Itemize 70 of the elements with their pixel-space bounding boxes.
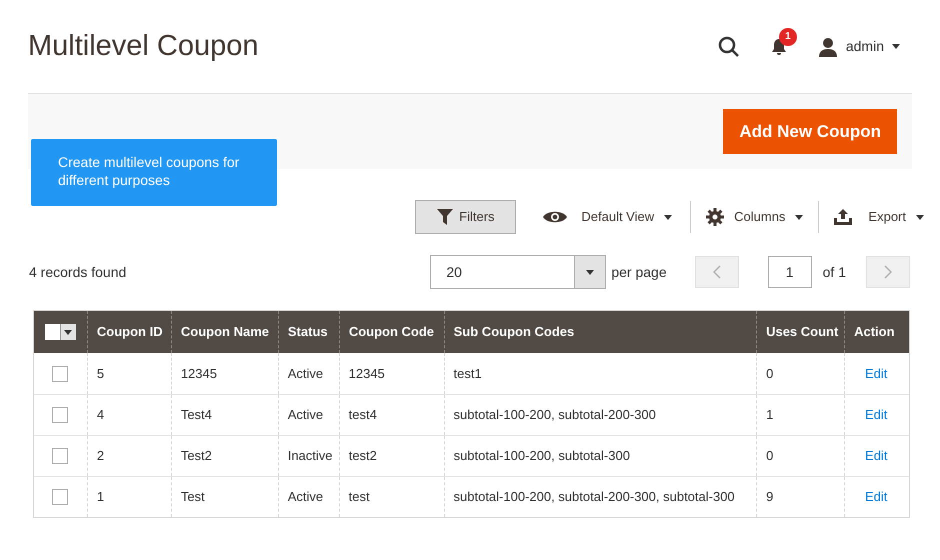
caret-icon [586,270,594,274]
per-page-label: per page [611,262,667,282]
columns-dropdown[interactable]: Columns [691,207,818,227]
caret-icon [892,44,900,49]
edit-link[interactable]: Edit [865,446,888,466]
callout-tooltip: Create multilevel coupons for different purposes [31,139,277,206]
column-header[interactable]: Coupon Name [172,311,279,353]
caret-icon [664,214,672,220]
page-total: of 1 [822,262,846,282]
page-title: Multilevel Coupon [28,28,259,64]
table-cell: Test4 [172,395,279,435]
edit-link[interactable]: Edit [865,364,888,384]
table-cell: 2 [88,436,172,476]
row-checkbox[interactable] [52,366,68,382]
edit-link[interactable]: Edit [865,405,888,425]
gear-icon [706,208,724,226]
eye-icon [543,210,568,224]
table-cell: Test [172,477,279,517]
column-header[interactable]: Coupon ID [88,311,172,353]
row-checkbox[interactable] [52,448,68,464]
table-cell: 12345 [340,353,445,394]
table-cell: Active [278,477,340,517]
caret-icon [64,330,72,334]
table-cell: 0 [757,353,846,394]
table-cell: 0 [757,436,846,476]
table-cell: 12345 [172,353,279,394]
filters-button[interactable]: Filters [415,200,516,234]
table-cell: subtotal-100-200, subtotal-200-300, subtotal-300 [444,477,758,517]
column-header[interactable]: Status [278,311,340,353]
filter-icon [437,209,454,225]
row-checkbox[interactable] [52,489,68,505]
table-cell: subtotal-100-200, subtotal-200-300 [444,395,758,435]
table-cell: 4 [88,395,172,435]
previous-page-button[interactable] [694,256,739,288]
table-cell: subtotal-100-200, subtotal-300 [444,436,758,476]
table-cell: test4 [340,395,445,435]
user-menu[interactable]: admin [818,36,900,57]
chevron-left-icon [712,265,721,279]
notification-badge: 1 [778,28,797,46]
view-dropdown[interactable]: Default View [543,207,690,227]
upload-icon [834,209,852,225]
select-all-checkbox[interactable] [44,324,76,340]
user-icon [818,36,838,56]
page-input[interactable]: 1 [768,256,812,288]
row-checkbox[interactable] [52,407,68,423]
caret-icon [916,214,924,220]
table-cell: 9 [757,477,846,517]
table-cell: test2 [340,436,445,476]
column-header[interactable]: Action [845,311,909,353]
table-cell: 5 [88,353,172,394]
edit-link[interactable]: Edit [865,487,888,507]
table-cell: Test2 [172,436,279,476]
add-new-coupon-button[interactable]: Add New Coupon [723,109,897,154]
chevron-right-icon [884,265,892,279]
table-cell: test1 [444,353,758,394]
export-dropdown[interactable]: Export [819,207,924,227]
caret-icon [795,214,804,220]
records-count: 4 records found [29,262,126,282]
table-cell: test [340,477,445,517]
column-header[interactable]: Sub Coupon Codes [444,311,758,353]
column-header[interactable]: Uses Count [757,311,846,353]
table-cell: Active [278,353,340,394]
next-page-button[interactable] [866,256,910,288]
search-icon[interactable] [718,36,740,58]
per-page-select[interactable]: 20 [430,255,606,289]
table-cell: 1 [88,477,172,517]
table-cell: Active [278,395,340,435]
table-cell: 1 [757,395,846,435]
table-cell: Inactive [278,436,340,476]
column-header[interactable]: Coupon Code [340,311,445,353]
